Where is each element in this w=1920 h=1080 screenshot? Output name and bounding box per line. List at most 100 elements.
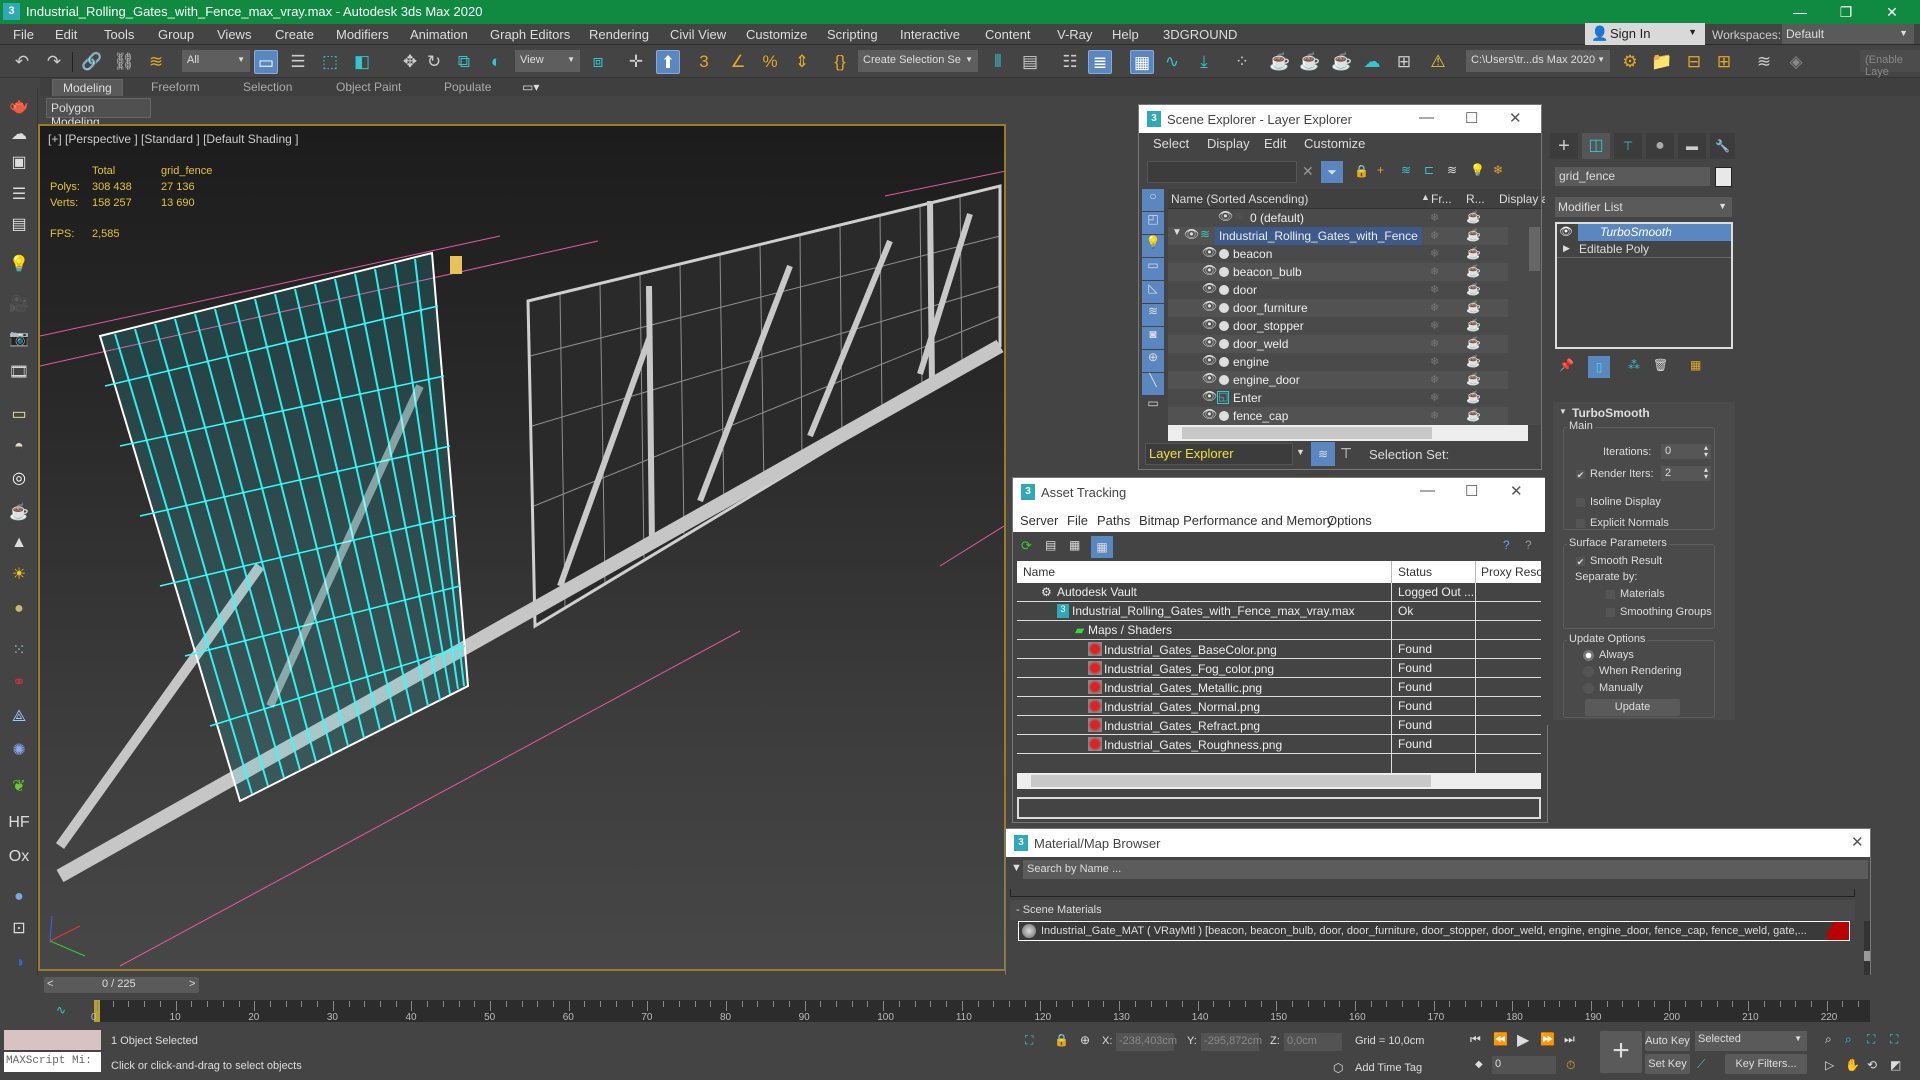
menu-modifiers[interactable]: Modifiers (336, 27, 389, 42)
utilities-tab-icon[interactable]: 🔧 (1710, 133, 1735, 159)
visibility-icon[interactable]: 👁 (1202, 389, 1217, 403)
render-teapot-icon[interactable]: ☕ (1466, 390, 1481, 404)
zoom-all-icon[interactable]: ⌕ (1845, 1032, 1852, 1047)
make-unique-icon[interactable]: ⁂ (1628, 358, 1640, 372)
close-button[interactable]: ✕ (1510, 482, 1523, 500)
render-window-icon[interactable]: ▣ (6, 152, 32, 174)
toggle-layer-explorer-icon[interactable]: ≣ (1088, 50, 1112, 74)
render-teapot-icon[interactable]: ☕ (1466, 336, 1481, 350)
maxscript-listener-output[interactable] (4, 1030, 101, 1050)
explicit-normals-checkbox[interactable] (1575, 518, 1586, 529)
window-crossing-icon[interactable]: ◧ (350, 50, 374, 74)
iterations-spinner[interactable]: 0 ▴ ▾ (1661, 444, 1711, 459)
smoothing-groups-checkbox[interactable] (1605, 607, 1616, 618)
pan-view-icon[interactable]: ✋ (1845, 1058, 1860, 1072)
chevron-down-icon[interactable]: ▼ (1296, 447, 1305, 457)
scene-explorer-titlebar[interactable]: 3 Scene Explorer - Layer Explorer — ☐ ✕ (1139, 105, 1541, 133)
object-row[interactable]: 👁 door ❄ ☕ (1168, 281, 1508, 299)
freeze-icon[interactable]: ❄ (1430, 247, 1439, 260)
update-button[interactable]: Update (1585, 699, 1680, 716)
render-teapot-icon[interactable]: ☕ (1466, 228, 1481, 242)
visibility-icon[interactable]: 👁 (1202, 263, 1217, 277)
hide-icon[interactable]: 💡 (1470, 163, 1485, 177)
key-tangent-icon[interactable]: ⟋ (1697, 1057, 1705, 1072)
helpers-filter-icon[interactable]: ◺ (1142, 281, 1164, 303)
go-to-end-icon[interactable]: ⏭ (1564, 1032, 1575, 1047)
layer-select-icon[interactable]: ◈ (1784, 50, 1808, 74)
named-selection-dropdown[interactable]: Create Selection Se ▼ (858, 50, 978, 72)
zoom-extents-icon[interactable]: ⛶ (1867, 1032, 1875, 1047)
teapot-icon[interactable]: 🫖 (6, 96, 32, 118)
rectangular-selection-icon[interactable]: ⬚ (318, 50, 342, 74)
menu-animation[interactable]: Animation (410, 27, 468, 42)
render-shortcuts-icon[interactable]: ⊞ (1392, 50, 1416, 74)
link-icon[interactable]: 🔗 (80, 50, 104, 74)
panel-icon[interactable]: ☰ (6, 184, 32, 206)
previous-frame-icon[interactable]: < (47, 978, 53, 990)
asset-row[interactable]: Industrial_Gates_Normal.png Found (1017, 697, 1541, 716)
asset-row[interactable]: Industrial_Gates_Refract.png Found (1017, 716, 1541, 735)
mirror-icon[interactable]: ⫴ (986, 50, 1010, 74)
undo-icon[interactable]: ↶ (10, 50, 34, 74)
sign-in-button[interactable]: 👤 Sign In ▼ (1585, 23, 1705, 45)
render-teapot-icon[interactable]: ☕ (1466, 264, 1481, 278)
maxscript-mini-listener[interactable]: MAXScript Mi: (4, 1052, 101, 1072)
modify-tab-icon[interactable]: ◫ (1582, 133, 1610, 159)
spinner-snap-icon[interactable]: ⇕ (790, 50, 814, 74)
render-teapot-icon[interactable]: ☕ (1466, 210, 1481, 224)
visibility-icon[interactable]: 👁 (1202, 299, 1217, 313)
freeze-icon[interactable]: ❄ (1430, 319, 1439, 332)
set-key-button[interactable]: Set Key (1645, 1054, 1690, 1074)
layers-stack-icon[interactable]: ≋ (1447, 163, 1457, 177)
workspace-select[interactable]: Default ▼ (1782, 24, 1914, 44)
asset-row[interactable]: 3 Industrial_Rolling_Gates_with_Fence_max… (1017, 602, 1541, 621)
material-item[interactable]: Industrial_Gate_MAT ( VRayMtl ) [beacon,… (1018, 921, 1850, 941)
absolute-mode-icon[interactable]: ⊕ (1080, 1033, 1090, 1047)
scene-explorer-search-input[interactable] (1147, 161, 1297, 183)
object-row[interactable]: 👁 beacon_bulb ❄ ☕ (1168, 263, 1508, 281)
edit-named-selection-icon[interactable]: {} (828, 50, 852, 74)
object-row[interactable]: 👁 door_furniture ❄ ☕ (1168, 299, 1508, 317)
placement-icon[interactable]: ◐ (484, 50, 508, 74)
column-status[interactable]: Status (1398, 565, 1432, 579)
material-browser-titlebar[interactable]: 3 Material/Map Browser ✕ (1006, 829, 1870, 857)
menu-3dground[interactable]: 3DGROUND (1163, 27, 1237, 42)
object-name-field[interactable]: grid_fence (1555, 167, 1710, 186)
vray-sun-icon[interactable]: ☀ (6, 564, 32, 586)
menu-content[interactable]: Content (985, 27, 1031, 42)
key-mode-toggle-icon[interactable]: ◆ (1475, 1059, 1483, 1070)
ribbon-tab-freeform[interactable]: Freeform (151, 80, 200, 94)
add-to-layer-icon[interactable]: ≋ (1401, 163, 1411, 177)
zoom-extents-all-icon[interactable]: ⛶ (1890, 1032, 1898, 1047)
menu-tools[interactable]: Tools (104, 27, 134, 42)
layer-row[interactable]: 👁 ≋ 0 (default) ❄ ☕ (1168, 209, 1508, 227)
menu-vray[interactable]: V-Ray (1057, 27, 1092, 42)
ribbon-tab-object-paint[interactable]: Object Paint (336, 80, 401, 94)
select-manipulate-icon[interactable]: ✛ (624, 50, 648, 74)
vray-sphere-icon[interactable]: ● (6, 886, 32, 908)
table-view-icon[interactable]: ▦ (1091, 536, 1113, 558)
visibility-icon[interactable]: 👁 (1202, 353, 1217, 367)
menu-help[interactable]: Help (1112, 27, 1139, 42)
list-view-icon[interactable]: ▤ (1045, 538, 1056, 552)
warning-icon[interactable]: ⚠ (1426, 50, 1450, 74)
current-frame-field[interactable]: 0 (1492, 1056, 1556, 1074)
column-frozen[interactable]: Fr... (1431, 192, 1452, 206)
toggle-scene-explorer-icon[interactable]: ☷ (1058, 50, 1082, 74)
selection-filter-dropdown[interactable]: All ▼ (182, 50, 250, 72)
play-icon[interactable]: ▶ (1517, 1030, 1529, 1050)
freeze-icon[interactable]: ❄ (1430, 211, 1439, 224)
align-icon[interactable]: ▤ (1018, 50, 1042, 74)
light-lister-icon[interactable]: 💡 (6, 254, 32, 276)
freeze-icon[interactable]: ❄ (1430, 355, 1439, 368)
smooth-result-checkbox[interactable]: ✔ (1575, 556, 1586, 567)
menu-graph-editors[interactable]: Graph Editors (490, 27, 570, 42)
containers-filter-icon[interactable]: ▭ (1142, 396, 1164, 418)
hierarchy-icon[interactable]: ⊏ (1424, 163, 1434, 177)
minimize-button[interactable]: — (1420, 482, 1435, 499)
menu-civil-view[interactable]: Civil View (670, 27, 726, 42)
freeze-icon[interactable]: ❄ (1430, 337, 1439, 350)
freeze-icon[interactable]: ❄ (1430, 391, 1439, 404)
collapse-triangle-icon[interactable]: ▼ (1559, 407, 1567, 416)
new-layer-icon[interactable]: + (1377, 163, 1384, 177)
